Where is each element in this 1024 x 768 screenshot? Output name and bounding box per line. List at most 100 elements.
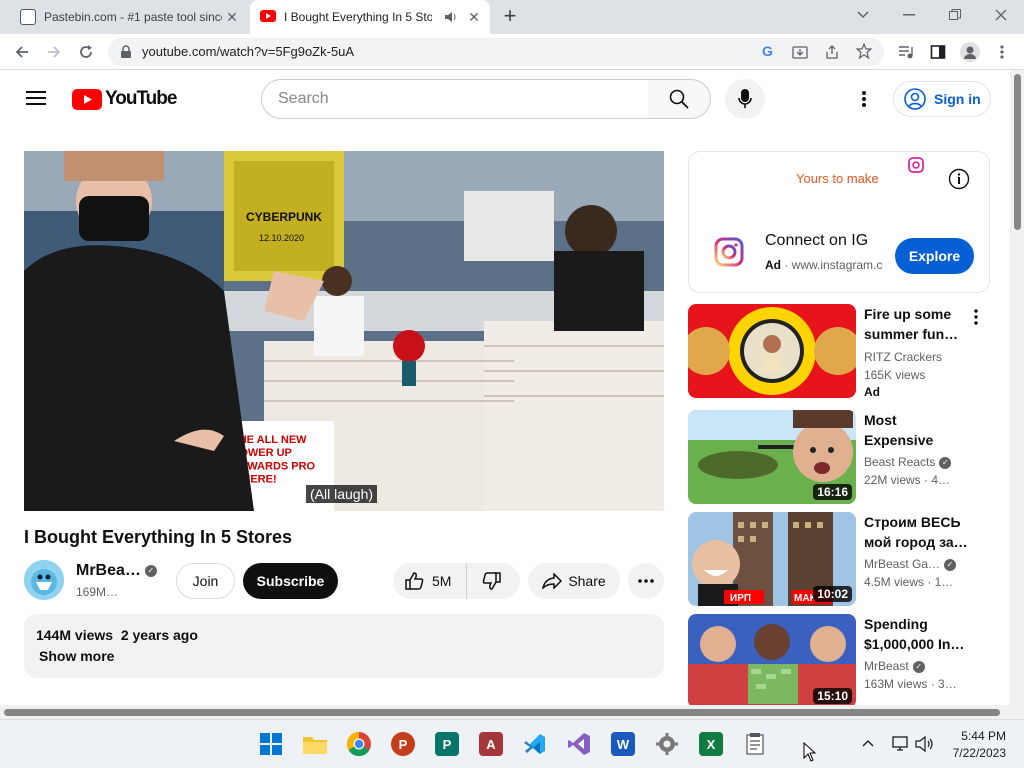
video-thumbnail[interactable]: ИРП МАК 10:02 xyxy=(688,512,856,606)
search-icon xyxy=(669,89,689,109)
media-controls-icon[interactable] xyxy=(894,40,918,64)
ad-banner-text: Yours to make xyxy=(796,171,879,186)
youtube-play-logo-icon xyxy=(72,88,102,110)
video-duration: 16:16 xyxy=(813,484,852,500)
ad-info-icon[interactable] xyxy=(948,168,970,190)
share-page-icon[interactable] xyxy=(824,44,840,60)
minimize-button[interactable] xyxy=(891,4,927,26)
video-thumbnail[interactable]: 16:16 xyxy=(688,410,856,504)
speaker-icon[interactable] xyxy=(444,10,458,24)
close-tab-icon[interactable]: ✕ xyxy=(224,9,240,25)
like-button[interactable]: 5M xyxy=(393,563,467,599)
tab-search-icon[interactable] xyxy=(845,4,881,26)
file-explorer-icon[interactable] xyxy=(303,732,327,756)
microphone-icon xyxy=(738,89,752,109)
chrome-menu-icon[interactable] xyxy=(990,40,1014,64)
side-panel-icon[interactable] xyxy=(926,40,950,64)
more-vertical-icon[interactable] xyxy=(974,309,978,325)
restore-button[interactable] xyxy=(937,4,973,26)
publisher-icon[interactable]: P xyxy=(435,732,459,756)
sign-in-button[interactable]: Sign in xyxy=(893,81,991,117)
recommended-video[interactable]: ИРП МАК 10:02 Строим ВЕСЬ мой город за… … xyxy=(688,512,988,606)
more-actions-button[interactable] xyxy=(628,563,664,599)
recommended-channel: MrBeast Ga… ✓ xyxy=(864,557,957,571)
tab-youtube[interactable]: I Bought Everything In 5 Stores ✕ xyxy=(250,0,490,34)
show-hidden-icons-chevron-icon[interactable] xyxy=(861,738,875,748)
visual-studio-icon[interactable] xyxy=(567,732,591,756)
ad-badge: Ad xyxy=(765,258,781,272)
channel-name[interactable]: MrBea… ✓ xyxy=(76,562,157,580)
bookmark-star-icon[interactable] xyxy=(856,43,872,59)
close-window-button[interactable] xyxy=(983,4,1019,26)
upload-age: 2 years ago xyxy=(120,627,198,643)
video-thumbnail[interactable]: 15:10 xyxy=(688,614,856,708)
youtube-logo[interactable]: YouTube xyxy=(72,88,177,110)
channel-avatar[interactable] xyxy=(24,560,64,600)
word-icon[interactable]: W xyxy=(611,732,635,756)
thumbnail-label: ИРП xyxy=(730,593,751,604)
horizontal-scrollbar[interactable] xyxy=(0,705,1024,719)
join-button[interactable]: Join xyxy=(176,563,235,599)
recommended-video[interactable]: Fire up some summer fun… RITZ Crackers 1… xyxy=(688,304,988,399)
sign-in-label: Sign in xyxy=(934,91,981,107)
view-count: 144M views xyxy=(36,627,114,643)
new-tab-button[interactable]: + xyxy=(499,4,521,28)
video-player[interactable]: CYBERPUNK 12.10.2020 THE ALL NEW POWER UP… xyxy=(24,151,664,511)
access-icon[interactable]: A xyxy=(479,732,503,756)
video-description[interactable]: 144M views 2 years ago Show more xyxy=(24,614,664,678)
recommended-views: 4.5M views · 1… xyxy=(864,575,954,589)
verified-badge-icon: ✓ xyxy=(912,660,925,673)
windows-start-icon[interactable] xyxy=(259,732,283,756)
recommended-video[interactable]: 15:10 Spending $1,000,000 In… MrBeast ✓ 1… xyxy=(688,614,988,708)
video-caption: (All laugh) xyxy=(306,485,378,503)
instagram-ad-card[interactable]: Yours to make Connect on IG Ad · www.ins… xyxy=(688,151,990,293)
close-tab-icon[interactable]: ✕ xyxy=(466,9,482,25)
address-bar[interactable]: youtube.com/watch?v=5Fg9oZk-5uA G xyxy=(108,38,884,66)
channel-text: Beast Reacts xyxy=(864,455,936,469)
verified-badge-icon: ✓ xyxy=(939,456,952,469)
channel-text: MrBeast Ga… xyxy=(864,557,941,571)
clock-date: 7/22/2023 xyxy=(952,746,1006,760)
forward-arrow-icon[interactable] xyxy=(42,40,66,64)
settings-gear-icon[interactable] xyxy=(655,732,679,756)
channel-name-text: MrBea… xyxy=(76,562,141,579)
profile-avatar-icon[interactable] xyxy=(958,40,982,64)
tab-pastebin[interactable]: Pastebin.com - #1 paste tool since 2002!… xyxy=(8,0,248,34)
lock-icon[interactable] xyxy=(120,45,132,59)
share-button[interactable]: Share xyxy=(528,563,620,599)
reload-icon[interactable] xyxy=(74,40,98,64)
dislike-button[interactable] xyxy=(467,563,517,599)
share-label: Share xyxy=(568,573,606,589)
search-input[interactable]: Search xyxy=(261,79,649,119)
notepad-icon[interactable] xyxy=(743,732,767,756)
install-app-icon[interactable] xyxy=(792,44,808,60)
show-more-link[interactable]: Show more xyxy=(39,648,114,664)
subscribe-button[interactable]: Subscribe xyxy=(243,563,338,599)
volume-icon[interactable] xyxy=(915,736,935,752)
network-icon[interactable] xyxy=(892,736,910,752)
voice-search-button[interactable] xyxy=(725,79,765,119)
account-circle-icon xyxy=(904,88,926,110)
thumbs-down-icon xyxy=(482,571,502,591)
vertical-scroll-thumb[interactable] xyxy=(1014,74,1021,230)
video-thumbnail[interactable] xyxy=(688,304,856,398)
back-arrow-icon[interactable] xyxy=(10,40,34,64)
recommended-views: 165K views xyxy=(864,368,926,382)
recommended-video-title: Most Expensive Fails! xyxy=(864,412,934,448)
powerpoint-icon[interactable]: P xyxy=(391,732,415,756)
horizontal-scroll-thumb[interactable] xyxy=(4,709,1000,716)
hamburger-menu-icon[interactable] xyxy=(26,90,46,106)
chrome-icon[interactable] xyxy=(347,732,371,756)
more-horizontal-icon xyxy=(638,579,654,583)
excel-icon[interactable]: X xyxy=(699,732,723,756)
google-translate-icon[interactable]: G xyxy=(762,43,773,59)
url-text[interactable]: youtube.com/watch?v=5Fg9oZk-5uA xyxy=(142,44,354,59)
settings-more-icon[interactable] xyxy=(862,91,866,107)
recommended-views: 22M views · 4… xyxy=(864,473,951,487)
explore-button[interactable]: Explore xyxy=(895,238,974,274)
system-clock[interactable]: 5:44 PM 7/22/2023 xyxy=(953,728,1006,762)
vertical-scrollbar[interactable] xyxy=(1010,70,1024,705)
recommended-video[interactable]: 16:16 Most Expensive Fails! Beast Reacts… xyxy=(688,410,988,504)
vscode-icon[interactable] xyxy=(523,732,547,756)
search-button[interactable] xyxy=(648,79,711,119)
